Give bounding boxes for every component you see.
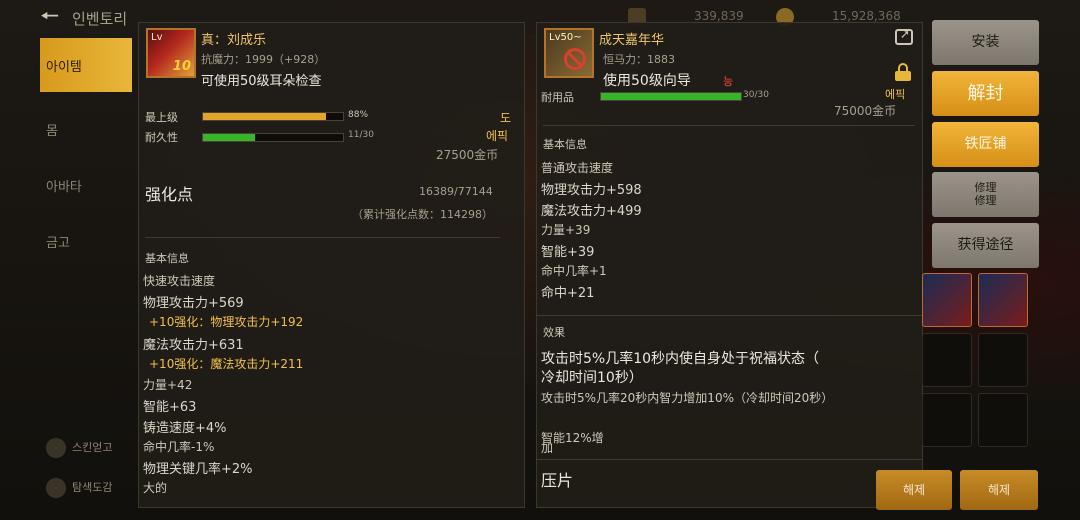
stat-line: 命中+21 bbox=[541, 286, 595, 301]
durability-bar bbox=[600, 92, 742, 101]
back-arrow-icon[interactable]: 🠔 bbox=[40, 6, 64, 28]
item-thumbnail: Lv 10 bbox=[146, 28, 196, 78]
item-tooltip-right: Lv50~ 成天嘉年华 恒马力：1883 使用50级向导 능 耐用品 30/30… bbox=[536, 22, 923, 508]
inventory-slot[interactable] bbox=[978, 393, 1028, 447]
item-category: 耐用品 bbox=[541, 91, 574, 104]
stat-line: 普通攻击速度 bbox=[541, 161, 614, 175]
usage-requirement: 可使用50级耳朵检查 bbox=[201, 74, 322, 89]
effect-title: 效果 bbox=[543, 326, 565, 339]
stat-line: 魔法攻击力+499 bbox=[541, 204, 642, 219]
stat-line: 力量+39 bbox=[541, 223, 591, 237]
nav-skin-link[interactable]: 스킨얻고 bbox=[46, 438, 112, 458]
page-title: 인벤토리 bbox=[72, 10, 128, 28]
grade-bar-fill bbox=[203, 113, 327, 120]
usage-requirement: 使用50级向导 bbox=[603, 73, 691, 89]
bottom-label: 压片 bbox=[541, 471, 574, 490]
stat-line: 物理关键几率+2% bbox=[143, 462, 253, 477]
inventory-slot[interactable] bbox=[922, 333, 972, 387]
item-tooltip-left: Lv 10 真：刘成乐 抗魔力：1999（+928） 可使用50级耳朵检查 最上… bbox=[138, 22, 525, 508]
magic-power: 恒马力：1883 bbox=[603, 53, 675, 66]
restricted-icon bbox=[564, 48, 586, 70]
stat-line: 智能+39 bbox=[541, 245, 595, 260]
item-price: 27500金币 bbox=[436, 148, 499, 162]
enhance-level-badge: 10 bbox=[172, 59, 191, 74]
inventory-slot[interactable] bbox=[922, 273, 972, 327]
durability-value: 30/30 bbox=[743, 90, 769, 100]
blacksmith-button[interactable]: 铁匠铺 bbox=[932, 122, 1039, 167]
durability-label: 耐久性 bbox=[145, 131, 178, 144]
effect-line-1: 攻击时5%几率10秒内使自身处于祝福状态（ bbox=[541, 351, 820, 367]
nav-item-items[interactable]: 아이템 bbox=[40, 38, 132, 92]
effect-line-2: 攻击时5%几率20秒内智力增加10%（冷却时间20秒） bbox=[541, 391, 834, 405]
item-name: 成天嘉年华 bbox=[599, 33, 665, 48]
inventory-slot[interactable] bbox=[978, 333, 1028, 387]
grade-right-mark: 도 bbox=[500, 111, 512, 125]
install-button[interactable]: 安装 bbox=[932, 20, 1039, 65]
rarity-label: 에픽 bbox=[486, 129, 509, 143]
stat-line: 力量+42 bbox=[143, 378, 193, 392]
enhance-points-value: 16389/77144 bbox=[419, 185, 493, 198]
stat-line: +10强化：物理攻击力+192 bbox=[149, 315, 304, 329]
enhance-points-label: 强化点 bbox=[145, 185, 194, 204]
lock-icon[interactable] bbox=[895, 63, 911, 81]
nav-item-avatar[interactable]: 아바타 bbox=[40, 158, 132, 212]
divider bbox=[537, 315, 922, 316]
stat-line: 物理攻击力+598 bbox=[541, 183, 642, 198]
stat-line: 命中几率+1 bbox=[541, 264, 607, 278]
nav-item-body[interactable]: 몸 bbox=[40, 102, 132, 156]
item-thumbnail: Lv50~ bbox=[544, 28, 594, 78]
stat-line: 快速攻击速度 bbox=[143, 274, 216, 288]
grade-label: 最上级 bbox=[145, 111, 178, 124]
repair-label-1: 修理 bbox=[974, 181, 997, 194]
repair-label-2: 修理 bbox=[974, 194, 997, 207]
currency-amount-1: 339,839 bbox=[694, 9, 744, 23]
usage-tag: 능 bbox=[723, 75, 734, 88]
magic-resist: 抗魔力：1999（+928） bbox=[201, 53, 326, 66]
stat-line: 智能+63 bbox=[143, 400, 197, 415]
unseal-button[interactable]: 解封 bbox=[932, 71, 1039, 116]
stat-line: +10强化：魔法攻击力+211 bbox=[149, 357, 304, 371]
grade-bar bbox=[202, 112, 344, 121]
durability-bar-fill bbox=[601, 93, 741, 100]
effect-line-3b: 加 bbox=[541, 441, 554, 455]
stat-line: 命中几率-1% bbox=[143, 440, 215, 454]
divider bbox=[537, 459, 922, 460]
item-level-badge: Lv50~ bbox=[549, 32, 582, 43]
basic-info-title: 基本信息 bbox=[543, 138, 587, 151]
basic-info-title: 基本信息 bbox=[145, 252, 189, 265]
nav-collection-link[interactable]: 탐색도감 bbox=[46, 478, 112, 498]
stat-line: 大的 bbox=[143, 481, 168, 495]
inventory-slot[interactable] bbox=[922, 393, 972, 447]
grade-percent: 88% bbox=[348, 110, 369, 120]
nav-collection-label: 탐색도감 bbox=[72, 481, 113, 494]
durability-bar bbox=[202, 133, 344, 142]
share-icon[interactable] bbox=[895, 27, 913, 45]
skin-icon bbox=[46, 438, 66, 458]
currency-amount-2: 15,928,368 bbox=[832, 9, 901, 23]
item-name: 真：刘成乐 bbox=[201, 33, 267, 48]
durability-bar-fill bbox=[203, 134, 255, 141]
stat-line: 魔法攻击力+631 bbox=[143, 338, 244, 353]
item-level-badge: Lv bbox=[151, 32, 163, 43]
enhance-points-total: （累计强化点数：114298） bbox=[352, 208, 493, 221]
nav-skin-label: 스킨얻고 bbox=[72, 441, 113, 454]
effect-line-1b: 冷却时间10秒） bbox=[541, 370, 643, 386]
divider bbox=[543, 125, 915, 126]
nav-item-vault[interactable]: 금고 bbox=[40, 214, 132, 268]
stat-line: 物理攻击力+569 bbox=[143, 296, 244, 311]
stat-line: 铸造速度+4% bbox=[143, 421, 227, 436]
item-price: 75000金币 bbox=[834, 104, 897, 118]
rarity-label: 에픽 bbox=[885, 88, 906, 101]
repair-button[interactable]: 修理 修理 bbox=[932, 172, 1039, 217]
durability-value: 11/30 bbox=[348, 130, 374, 140]
inventory-slot[interactable] bbox=[978, 273, 1028, 327]
obtain-method-button[interactable]: 获得途径 bbox=[932, 223, 1039, 268]
divider bbox=[145, 237, 500, 238]
release-button-right[interactable]: 해제 bbox=[960, 470, 1038, 510]
release-button-left[interactable]: 해제 bbox=[876, 470, 952, 510]
collection-icon bbox=[46, 478, 66, 498]
